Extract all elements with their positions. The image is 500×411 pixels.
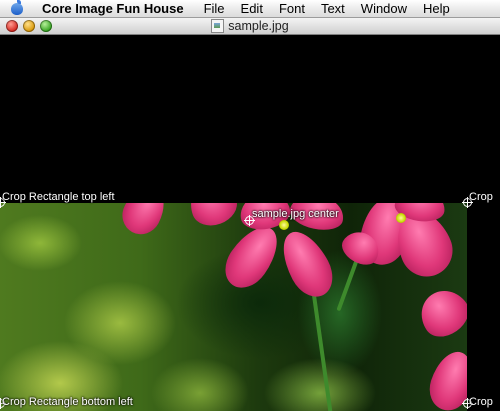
- window-title-bar[interactable]: sample.jpg: [0, 18, 500, 35]
- menu-edit[interactable]: Edit: [233, 0, 271, 17]
- menu-help[interactable]: Help: [415, 0, 458, 17]
- menu-text[interactable]: Text: [313, 0, 353, 17]
- menu-window[interactable]: Window: [353, 0, 415, 17]
- flower-photo: [0, 203, 467, 411]
- menu-bar: Core Image Fun House File Edit Font Text…: [0, 0, 500, 18]
- image-center-label: sample.jpg center: [252, 208, 339, 220]
- crop-bottom-left-label: Crop Rectangle bottom left: [2, 396, 133, 408]
- window-title-text: sample.jpg: [228, 19, 289, 33]
- window-title: sample.jpg: [0, 18, 500, 34]
- image-canvas[interactable]: Crop Rectangle top left Crop sample.jpg …: [0, 35, 500, 411]
- menu-app-name[interactable]: Core Image Fun House: [28, 0, 196, 17]
- crop-bottom-right-label: Crop: [469, 396, 493, 408]
- document-icon: [211, 19, 225, 33]
- apple-menu-icon[interactable]: [0, 0, 28, 17]
- crop-top-left-label: Crop Rectangle top left: [2, 191, 115, 203]
- crop-top-right-label: Crop: [469, 191, 493, 203]
- menu-font[interactable]: Font: [271, 0, 313, 17]
- menu-file[interactable]: File: [196, 0, 233, 17]
